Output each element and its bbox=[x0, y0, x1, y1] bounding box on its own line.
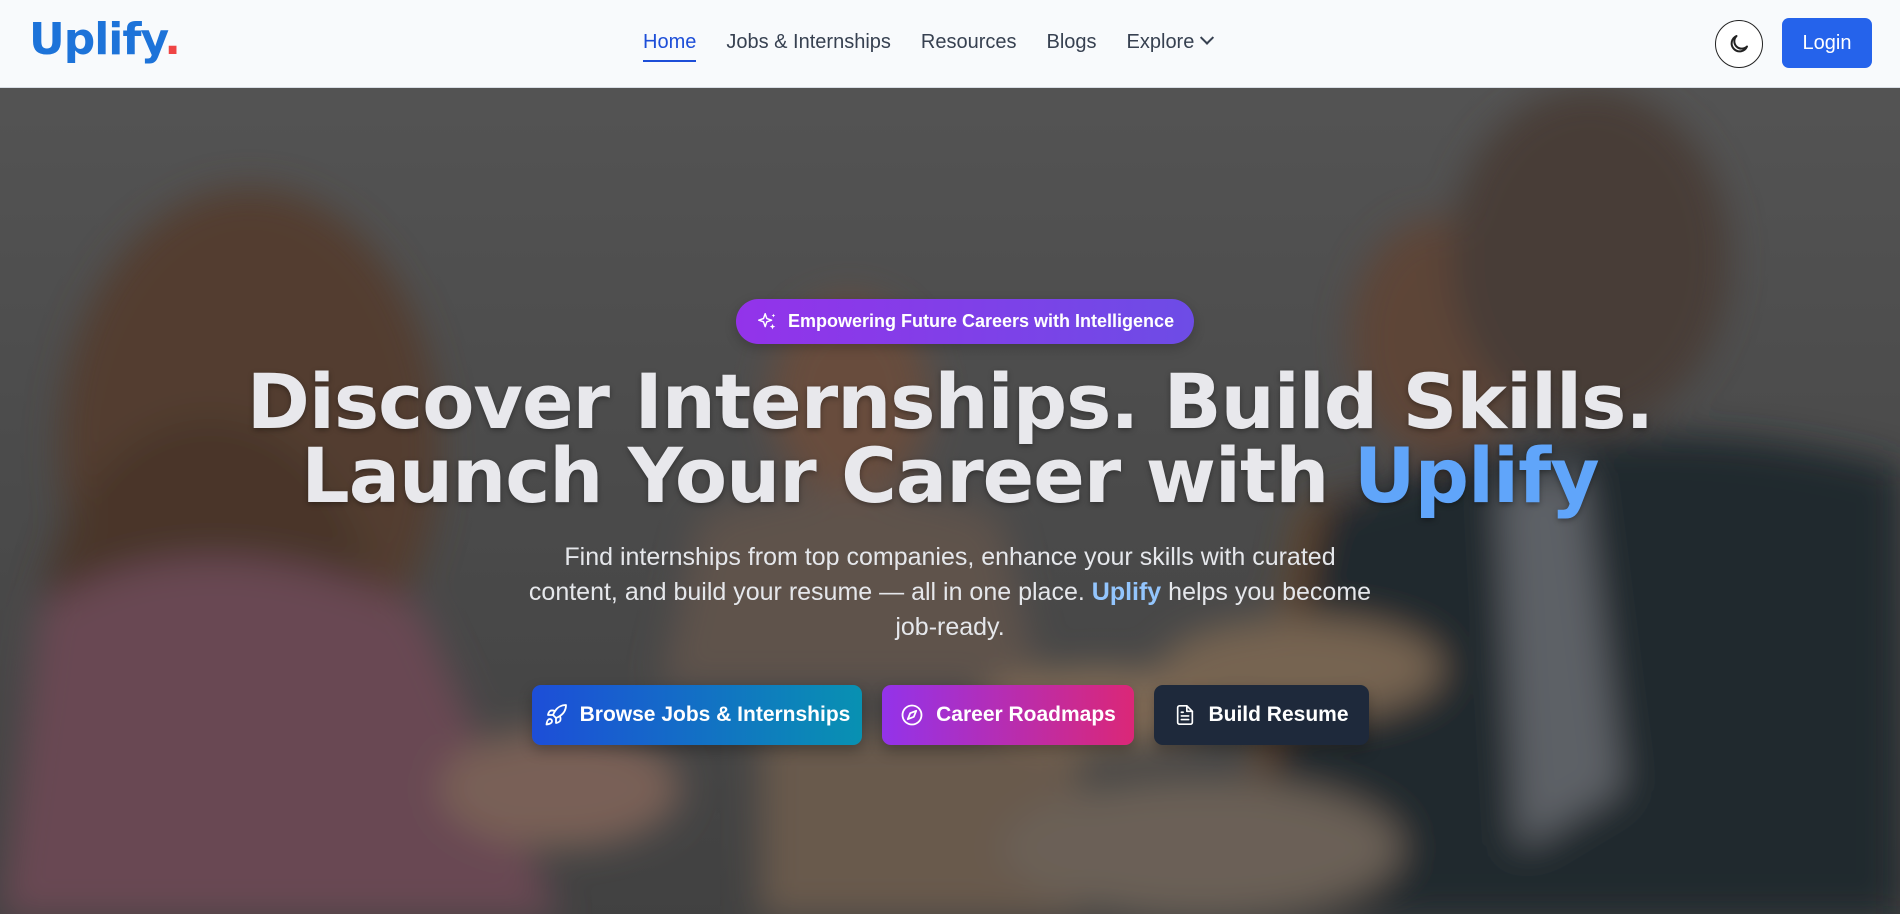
rocket-icon bbox=[545, 704, 567, 726]
nav-link-jobs-internships[interactable]: Jobs & Internships bbox=[726, 31, 891, 58]
nav-link-explore-label: Explore bbox=[1126, 30, 1195, 53]
build-resume-label: Build Resume bbox=[1208, 703, 1349, 726]
browse-jobs-label: Browse Jobs & Internships bbox=[579, 703, 851, 726]
career-roadmaps-label: Career Roadmaps bbox=[936, 703, 1116, 726]
hero-badge-text: Empowering Future Careers with Intellige… bbox=[788, 311, 1175, 331]
main-nav: Home Jobs & Internships Resources Blogs … bbox=[643, 0, 1215, 88]
logo-dot: . bbox=[164, 14, 181, 65]
nav-link-home[interactable]: Home bbox=[643, 31, 697, 62]
theme-toggle-button[interactable] bbox=[1715, 20, 1763, 68]
hero-bottom-divider bbox=[0, 914, 1900, 918]
hero-subtext-accent: Uplify bbox=[1091, 578, 1162, 606]
hero-badge: Empowering Future Careers with Intellige… bbox=[736, 299, 1195, 344]
nav-link-blogs[interactable]: Blogs bbox=[1047, 31, 1097, 58]
hero-headline-accent: Uplify bbox=[1353, 431, 1600, 520]
hero-headline: Discover Internships. Build Skills. Laun… bbox=[0, 364, 1900, 514]
moon-icon bbox=[1730, 35, 1748, 53]
browse-jobs-button[interactable]: Browse Jobs & Internships bbox=[532, 685, 862, 745]
build-resume-button[interactable]: Build Resume bbox=[1154, 685, 1369, 745]
hero-section: Empowering Future Careers with Intellige… bbox=[0, 88, 1900, 918]
logo[interactable]: Uplify. bbox=[29, 14, 181, 65]
nav-link-explore[interactable]: Explore bbox=[1126, 30, 1215, 58]
navbar: Uplify. Home Jobs & Internships Resource… bbox=[0, 0, 1900, 88]
nav-link-resources[interactable]: Resources bbox=[921, 31, 1017, 58]
hero-headline-line2: Launch Your Career with bbox=[301, 431, 1354, 520]
hero-subtext: Find internships from top companies, enh… bbox=[520, 540, 1380, 645]
hero-content: Empowering Future Careers with Intellige… bbox=[0, 88, 1900, 918]
logo-text: Uplify bbox=[29, 14, 165, 65]
compass-icon bbox=[901, 704, 923, 726]
chevron-down-icon bbox=[1200, 30, 1215, 45]
login-button[interactable]: Login bbox=[1782, 18, 1872, 68]
sparkles-icon bbox=[758, 312, 776, 329]
document-icon bbox=[1177, 705, 1194, 725]
career-roadmaps-button[interactable]: Career Roadmaps bbox=[882, 685, 1134, 745]
